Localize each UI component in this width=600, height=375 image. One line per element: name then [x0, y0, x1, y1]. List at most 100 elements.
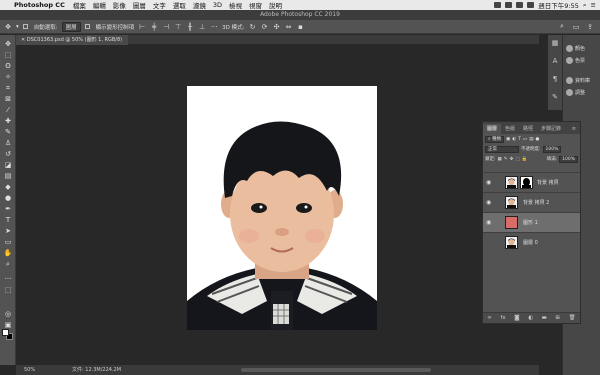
path-selection-tool-icon[interactable]: ➤ — [3, 227, 13, 235]
frame-tool-icon[interactable]: ⊠ — [3, 95, 13, 103]
layer-name[interactable]: 圖層 0 — [523, 239, 538, 246]
document-canvas-photo[interactable] — [187, 86, 377, 330]
tab-layers[interactable]: 圖層 — [483, 124, 502, 134]
menu-list-icon[interactable]: ≡ — [591, 1, 596, 9]
new-layer-icon[interactable]: ⊞ — [555, 315, 560, 321]
eye-icon[interactable]: ◉ — [486, 179, 491, 186]
layer-row[interactable]: ◉ 背景 拷貝 2 — [483, 192, 580, 212]
tray-icon[interactable] — [505, 2, 513, 8]
wifi-icon[interactable] — [516, 2, 524, 8]
character-icon[interactable]: A — [551, 57, 559, 65]
menu-layer[interactable]: 圖層 — [133, 0, 146, 10]
share-icon[interactable]: ⇪ — [586, 23, 594, 31]
shape-tool-icon[interactable]: ▭ — [3, 238, 13, 246]
layer-filter-dropdown[interactable]: ⌕ 種類 — [485, 135, 504, 143]
opacity-input[interactable]: 100% — [542, 145, 562, 153]
move-tool-icon[interactable]: ✥ — [4, 23, 12, 31]
layer-name[interactable]: 圖形 1 — [523, 219, 538, 226]
fill-input[interactable]: 100% — [559, 155, 578, 163]
layer-thumbnail[interactable] — [505, 236, 518, 249]
menu-filter[interactable]: 濾鏡 — [193, 0, 206, 10]
menu-window[interactable]: 視窗 — [249, 0, 262, 10]
menu-image[interactable]: 影像 — [113, 0, 126, 10]
layer-name[interactable]: 背景 拷貝 — [537, 179, 559, 186]
history-brush-tool-icon[interactable]: ↺ — [3, 150, 13, 158]
properties-icon[interactable]: ▦ — [551, 39, 559, 47]
add-mask-icon[interactable]: ◙ — [514, 315, 519, 321]
filter-pixel-icon[interactable]: ▣ — [506, 137, 510, 142]
search-icon[interactable]: ⌕ — [558, 22, 566, 31]
move-tool-icon[interactable]: ✥ — [3, 40, 13, 48]
adjustments-panel-button[interactable]: 調整 — [566, 87, 585, 97]
align-top-icon[interactable]: ⊤ — [174, 23, 182, 31]
stamp-tool-icon[interactable]: ♙ — [3, 139, 13, 147]
3d-pan-icon[interactable]: ✣ — [273, 23, 281, 31]
battery-icon[interactable] — [527, 2, 535, 8]
link-layers-icon[interactable]: ∞ — [487, 315, 492, 321]
eraser-tool-icon[interactable]: ◪ — [3, 161, 13, 169]
layer-name[interactable]: 背景 拷貝 2 — [523, 199, 549, 206]
lock-all-icon[interactable]: 🔒 — [522, 157, 528, 162]
layer-mask-thumbnail[interactable] — [520, 176, 533, 189]
layer-thumbnail[interactable] — [505, 196, 518, 209]
show-transform-checkbox[interactable] — [84, 24, 90, 29]
3d-rotate-icon[interactable]: ↻ — [249, 23, 257, 31]
menu-select[interactable]: 選取 — [173, 0, 186, 10]
delete-layer-icon[interactable]: 🗑 — [569, 315, 576, 321]
align-left-icon[interactable]: ⊢ — [138, 23, 146, 31]
layer-style-icon[interactable]: fx — [500, 315, 505, 321]
align-bottom-icon[interactable]: ⊥ — [198, 23, 206, 31]
brush-tool-icon[interactable]: ✎ — [3, 128, 13, 136]
layer-row-selected[interactable]: ◉ 圖形 1 — [483, 212, 580, 232]
tab-paths[interactable]: 路徑 — [519, 124, 537, 134]
zoom-level[interactable]: 50% — [24, 365, 35, 375]
color-panel-button[interactable]: 顏色 — [566, 43, 585, 53]
horizontal-scrollbar[interactable] — [241, 368, 431, 372]
magic-wand-tool-icon[interactable]: ✧ — [3, 73, 13, 81]
eye-icon[interactable]: ◉ — [486, 199, 491, 206]
auto-select-dropdown[interactable]: 圖層 — [61, 21, 81, 32]
adjustment-layer-icon[interactable]: ◐ — [528, 315, 533, 321]
menu-edit[interactable]: 編輯 — [93, 0, 106, 10]
3d-slide-icon[interactable]: ⇔ — [285, 23, 293, 31]
align-right-icon[interactable]: ⊣ — [162, 23, 170, 31]
3d-scale-icon[interactable]: ▪ — [297, 23, 305, 31]
auto-select-checkbox[interactable] — [22, 24, 28, 29]
hand-tool-icon[interactable]: ✋ — [3, 249, 13, 257]
workspace-icon[interactable]: ▭ — [572, 23, 580, 31]
3d-roll-icon[interactable]: ⟳ — [261, 23, 269, 31]
menubar-clock[interactable]: 週日下午9:55 — [538, 0, 579, 10]
layer-row[interactable]: 圖層 0 — [483, 232, 580, 252]
align-middle-icon[interactable]: ╫ — [186, 23, 194, 31]
healing-brush-tool-icon[interactable]: ✚ — [3, 117, 13, 125]
document-size-info[interactable]: 文件: 12.3M/224.2M — [72, 365, 121, 375]
lasso-tool-icon[interactable]: ʘ — [3, 62, 13, 70]
menu-view[interactable]: 檢視 — [229, 0, 242, 10]
filter-smart-object-icon[interactable]: ▤ — [529, 137, 533, 142]
new-group-icon[interactable]: ▬ — [542, 315, 547, 321]
tray-icon[interactable] — [494, 2, 502, 8]
menu-file[interactable]: 檔案 — [73, 0, 86, 10]
document-tab[interactable]: ✕ DSC01363.psd @ 50% (圖形 1, RGB/8) — [16, 35, 128, 45]
align-center-icon[interactable]: ╪ — [150, 23, 158, 31]
blend-mode-dropdown[interactable]: 正常 — [485, 145, 519, 153]
brush-settings-icon[interactable]: ✎ — [551, 93, 559, 101]
zoom-tool-icon[interactable]: ⌕ — [3, 260, 13, 268]
gradient-tool-icon[interactable]: ▤ — [3, 172, 13, 180]
libraries-panel-button[interactable]: 資料庫 — [566, 75, 590, 85]
paragraph-icon[interactable]: ¶ — [551, 75, 559, 83]
filter-adjustment-icon[interactable]: ◐ — [512, 137, 516, 142]
swatches-panel-button[interactable]: 色票 — [566, 55, 585, 65]
menu-3d[interactable]: 3D — [213, 1, 222, 9]
quick-mask-icon[interactable]: ◎ — [3, 310, 13, 318]
lock-position-icon[interactable]: ✥ — [510, 157, 514, 162]
menu-type[interactable]: 文字 — [153, 0, 166, 10]
more-options-icon[interactable]: ··· — [210, 23, 218, 31]
filter-shape-icon[interactable]: ▭ — [523, 137, 527, 142]
shape-layer-thumbnail[interactable] — [505, 216, 518, 229]
tab-history[interactable]: 步驟記錄 — [537, 124, 565, 134]
search-icon[interactable]: ⌕ — [583, 1, 587, 10]
pen-tool-icon[interactable]: ✒ — [3, 205, 13, 213]
filter-type-icon[interactable]: T — [518, 137, 521, 142]
dodge-tool-icon[interactable]: ● — [3, 194, 13, 202]
